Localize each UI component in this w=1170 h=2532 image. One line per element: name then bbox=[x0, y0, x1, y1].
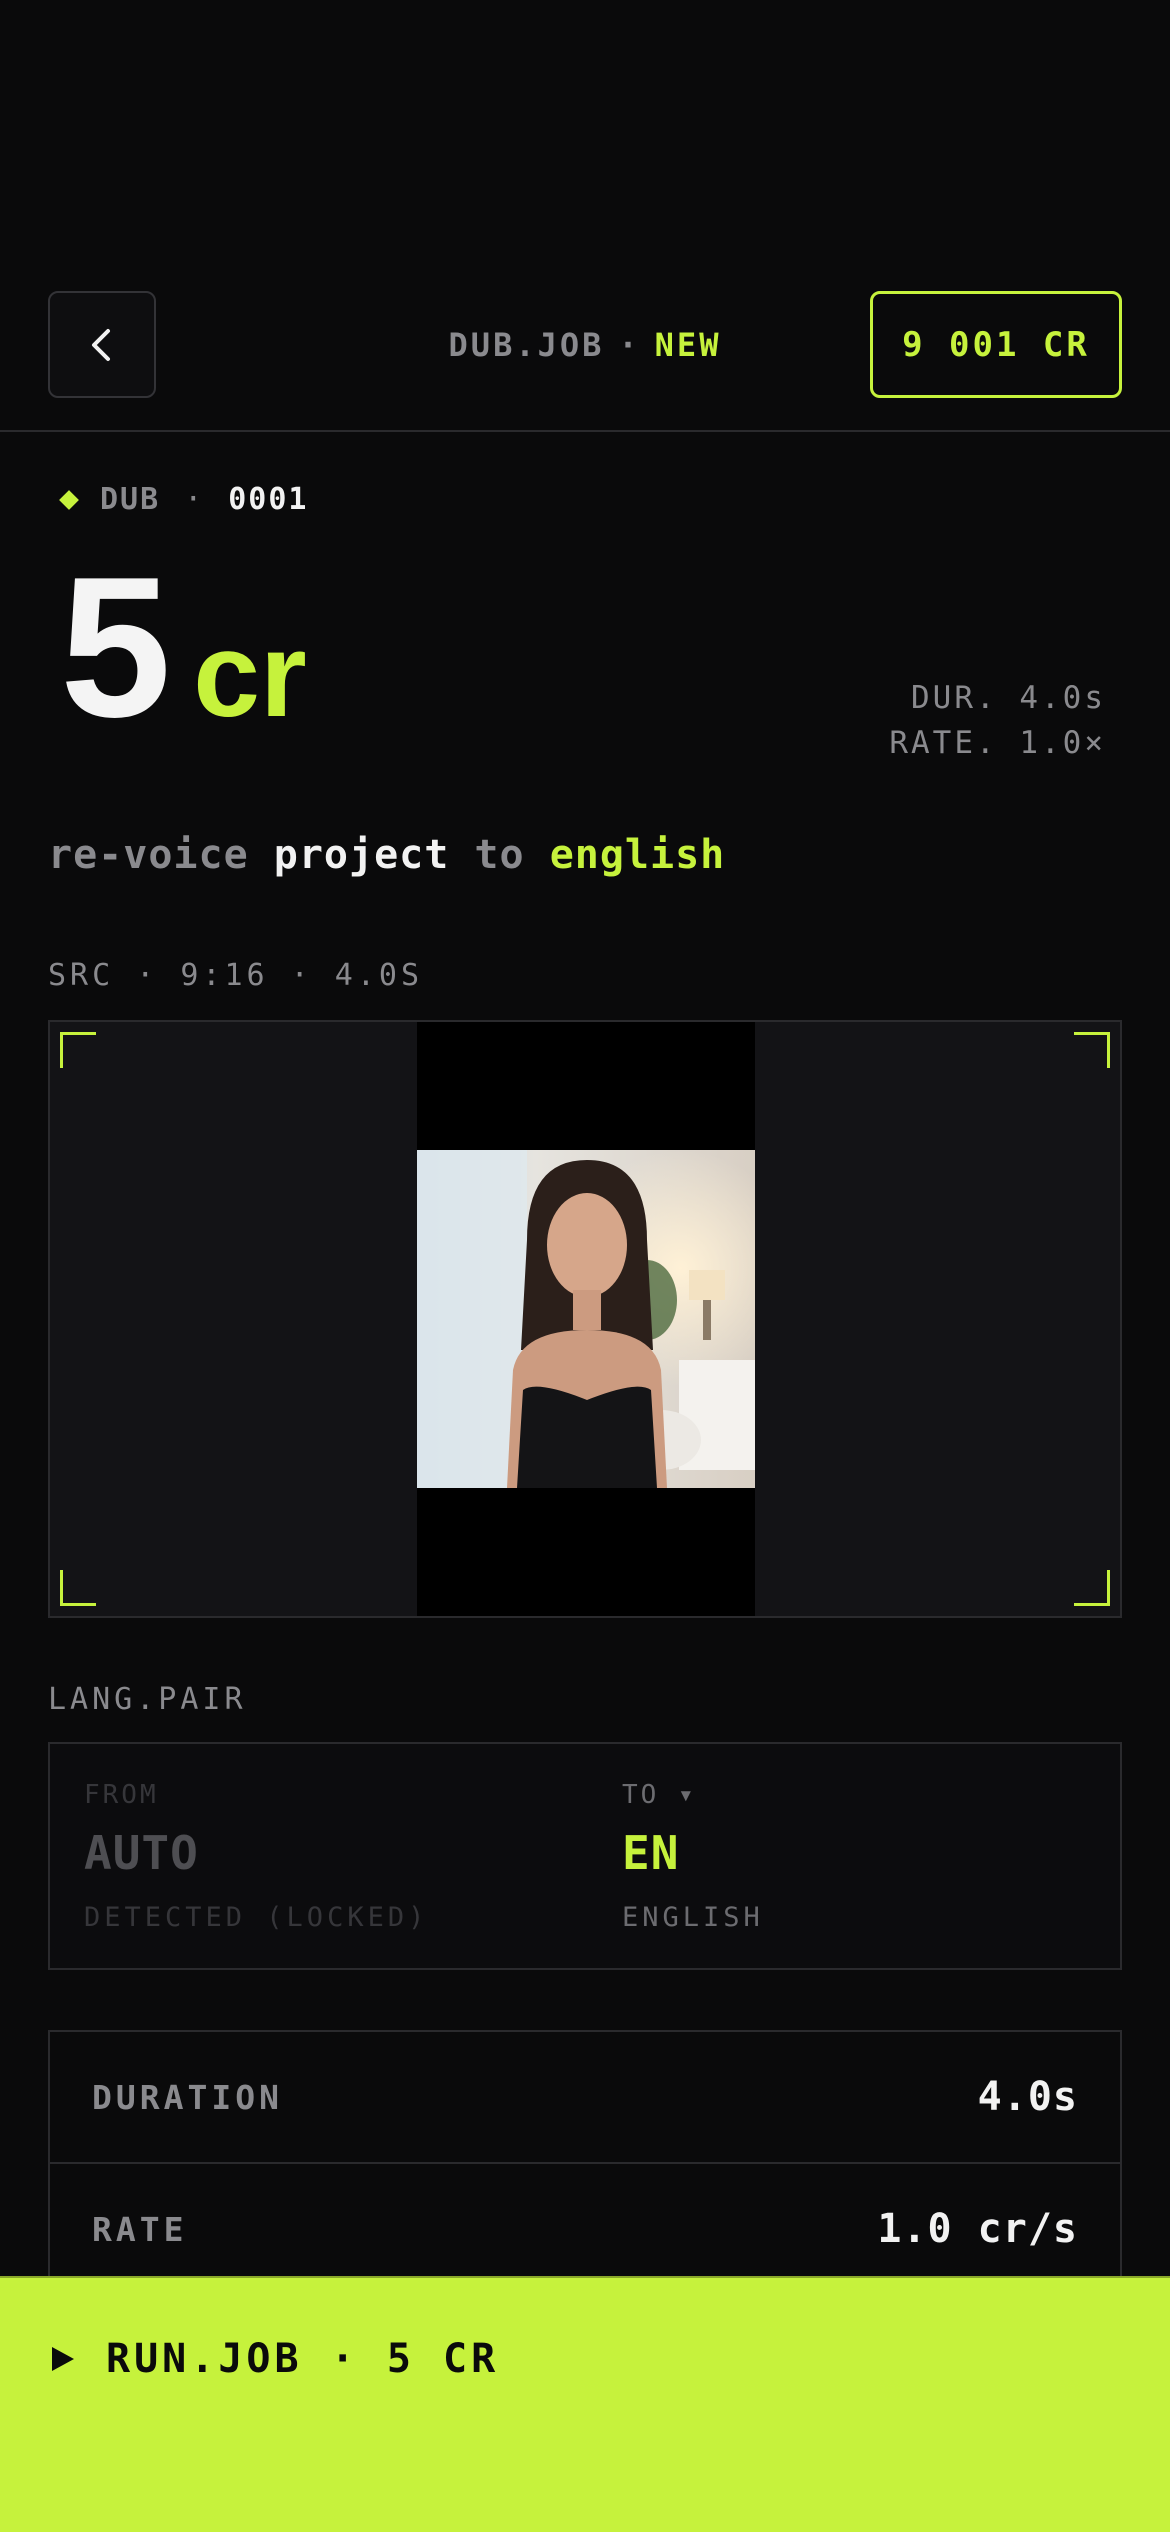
job-stats-table: DURATION 4.0s RATE 1.0 cr/s bbox=[48, 2030, 1122, 2296]
run-job-label: RUN.JOB · 5 CR bbox=[106, 2336, 500, 2382]
desc-word-2: project bbox=[273, 832, 450, 878]
duration-meta: DUR. 4.0s bbox=[911, 680, 1106, 716]
desc-word-3: to bbox=[474, 832, 525, 878]
top-bar: DUB.JOB · NEW 9 001 CR bbox=[0, 0, 1170, 432]
job-number: 0001 bbox=[228, 482, 309, 517]
language-pair-card: FROM AUTO DETECTED (LOCKED) TO ▾ EN ENGL… bbox=[48, 1742, 1122, 1970]
desc-word-1: re-voice bbox=[48, 832, 249, 878]
job-description: re-voice project to english bbox=[48, 832, 725, 878]
stat-value: 4.0s bbox=[977, 2074, 1078, 2120]
to-heading: TO ▾ bbox=[622, 1780, 697, 1810]
job-cost: 5 cr bbox=[60, 548, 307, 748]
cost-value: 5 bbox=[60, 536, 171, 759]
frame-corner bbox=[60, 1032, 96, 1068]
job-status: NEW bbox=[654, 326, 722, 364]
frame-corner bbox=[60, 1570, 96, 1606]
job-meta: DUR. 4.0s RATE. 1.0× bbox=[889, 676, 1106, 766]
title-separator: · bbox=[618, 326, 641, 364]
job-kind: DUB bbox=[100, 482, 161, 517]
from-subtitle: DETECTED (LOCKED) bbox=[84, 1902, 429, 1933]
to-code: EN bbox=[622, 1826, 680, 1880]
frame-corner bbox=[1074, 1570, 1110, 1606]
source-language: FROM AUTO DETECTED (LOCKED) bbox=[84, 1780, 428, 1933]
source-preview[interactable] bbox=[48, 1020, 1122, 1618]
stat-key: DURATION bbox=[92, 2077, 283, 2117]
tag-separator: · bbox=[184, 482, 205, 517]
from-heading: FROM bbox=[84, 1780, 159, 1810]
stat-row-duration: DURATION 4.0s bbox=[50, 2032, 1120, 2164]
rate-meta: RATE. 1.0× bbox=[889, 725, 1106, 761]
target-language-select[interactable]: TO ▾ EN ENGLISH bbox=[622, 1780, 764, 1933]
video-thumbnail bbox=[417, 1150, 755, 1488]
diamond-icon bbox=[59, 489, 79, 510]
to-subtitle: ENGLISH bbox=[622, 1902, 764, 1933]
video-frame bbox=[417, 1022, 755, 1616]
desc-word-4: english bbox=[549, 832, 726, 878]
lang-pair-label: LANG.PAIR bbox=[48, 1682, 247, 1717]
frame-corner bbox=[1074, 1032, 1110, 1068]
run-job-button[interactable]: RUN.JOB · 5 CR bbox=[0, 2276, 1170, 2532]
cost-unit: cr bbox=[193, 608, 307, 742]
source-label: SRC · 9:16 · 4.0S bbox=[48, 958, 424, 993]
from-code: AUTO bbox=[84, 1826, 199, 1880]
credits-balance-button[interactable]: 9 001 CR bbox=[870, 291, 1122, 398]
stat-value: 1.0 cr/s bbox=[877, 2206, 1078, 2252]
job-tag: DUB · 0001 bbox=[59, 482, 309, 517]
play-icon bbox=[52, 2347, 74, 2371]
job-label: DUB.JOB bbox=[448, 326, 605, 364]
stat-key: RATE bbox=[92, 2209, 188, 2249]
